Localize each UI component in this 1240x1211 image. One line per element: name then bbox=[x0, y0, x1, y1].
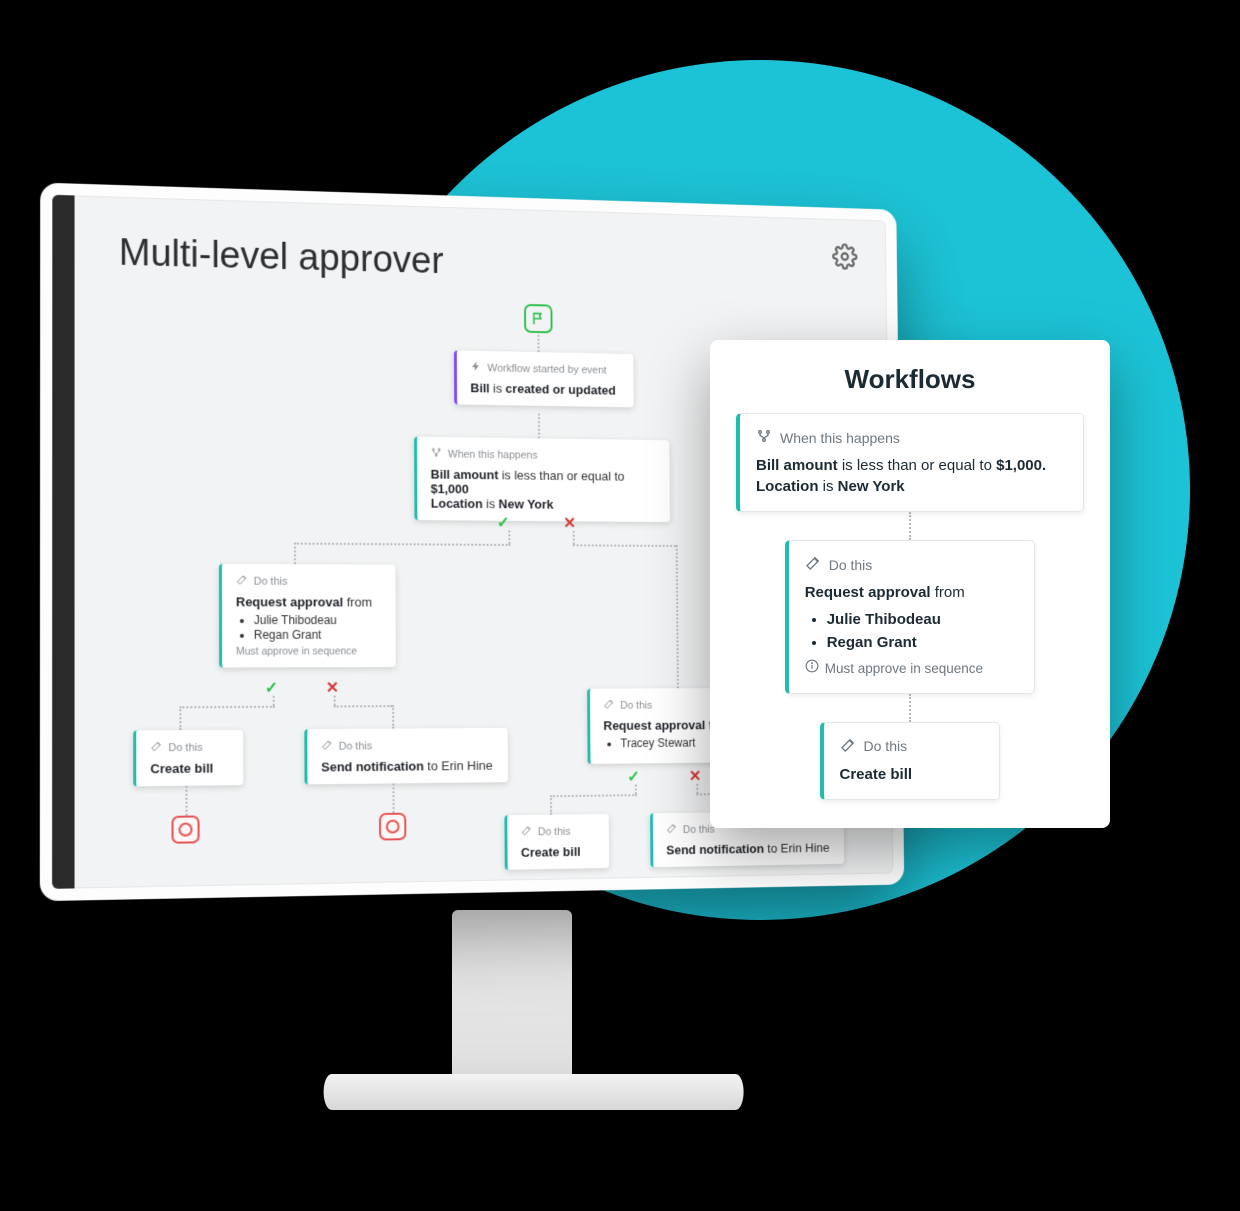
node-header: Do this bbox=[538, 826, 571, 838]
node-header: Do this bbox=[620, 699, 652, 711]
condition-node[interactable]: When this happens Bill amount is less th… bbox=[414, 437, 670, 522]
card-body: Bill amount is less than or equal to $1,… bbox=[756, 455, 1067, 497]
popout-title: Workflows bbox=[736, 364, 1084, 395]
action-create-bill-right[interactable]: Do this Create bill bbox=[504, 814, 609, 870]
card-header: When this happens bbox=[780, 430, 900, 446]
wand-icon bbox=[236, 574, 248, 589]
popout-action-approval-card[interactable]: Do this Request approval from Julie Thib… bbox=[785, 540, 1036, 694]
wand-icon bbox=[805, 555, 821, 574]
settings-button[interactable] bbox=[832, 243, 858, 270]
node-body: Request approval from Julie Thibodeau Re… bbox=[236, 594, 384, 657]
start-flag-icon bbox=[524, 304, 553, 333]
node-body: Create bill bbox=[521, 844, 598, 860]
action-send-notification-left[interactable]: Do this Send notification to Erin Hine bbox=[304, 728, 508, 785]
card-body: Request approval from Julie Thibodeau Re… bbox=[805, 582, 1019, 679]
check-icon: ✓ bbox=[265, 678, 278, 698]
node-header: Workflow started by event bbox=[487, 362, 606, 376]
info-icon bbox=[805, 659, 819, 679]
popout-action-create-bill-card[interactable]: Do this Create bill bbox=[820, 722, 1001, 800]
end-node-icon bbox=[171, 815, 199, 843]
end-node-icon bbox=[379, 813, 406, 841]
action-create-bill-left[interactable]: Do this Create bill bbox=[133, 730, 243, 787]
node-header: Do this bbox=[168, 741, 202, 753]
wand-icon bbox=[150, 740, 162, 755]
node-body: Create bill bbox=[150, 760, 231, 776]
wand-icon bbox=[603, 698, 614, 712]
node-header: Do this bbox=[339, 740, 372, 752]
wand-icon bbox=[321, 739, 333, 754]
bolt-icon bbox=[470, 360, 482, 375]
cross-icon: ✕ bbox=[326, 678, 339, 698]
check-icon: ✓ bbox=[627, 767, 640, 786]
action-request-approval-left[interactable]: Do this Request approval from Julie Thib… bbox=[219, 564, 396, 668]
node-body: Send notification to Erin Hine bbox=[321, 758, 496, 774]
wand-icon bbox=[666, 823, 677, 838]
node-body: Bill amount is less than or equal to $1,… bbox=[431, 467, 659, 513]
node-body: Bill is created or updated bbox=[470, 381, 622, 398]
node-body: Send notification to Erin Hine bbox=[666, 840, 833, 857]
node-header: Do this bbox=[683, 823, 715, 835]
trigger-node[interactable]: Workflow started by event Bill is create… bbox=[454, 350, 634, 407]
page-title: Multi-level approver bbox=[119, 232, 858, 293]
card-header: Do this bbox=[829, 557, 873, 573]
card-body: Create bill bbox=[840, 764, 984, 785]
wand-icon bbox=[840, 737, 856, 756]
cross-icon: ✕ bbox=[689, 767, 702, 786]
branch-icon bbox=[430, 447, 442, 462]
card-header: Do this bbox=[864, 738, 908, 754]
workflows-popout-panel: Workflows When this happens Bill amount … bbox=[710, 340, 1110, 828]
node-header: Do this bbox=[254, 575, 288, 587]
node-header: When this happens bbox=[448, 448, 538, 461]
wand-icon bbox=[521, 825, 533, 840]
branch-icon bbox=[756, 428, 772, 447]
popout-condition-card[interactable]: When this happens Bill amount is less th… bbox=[736, 413, 1084, 512]
